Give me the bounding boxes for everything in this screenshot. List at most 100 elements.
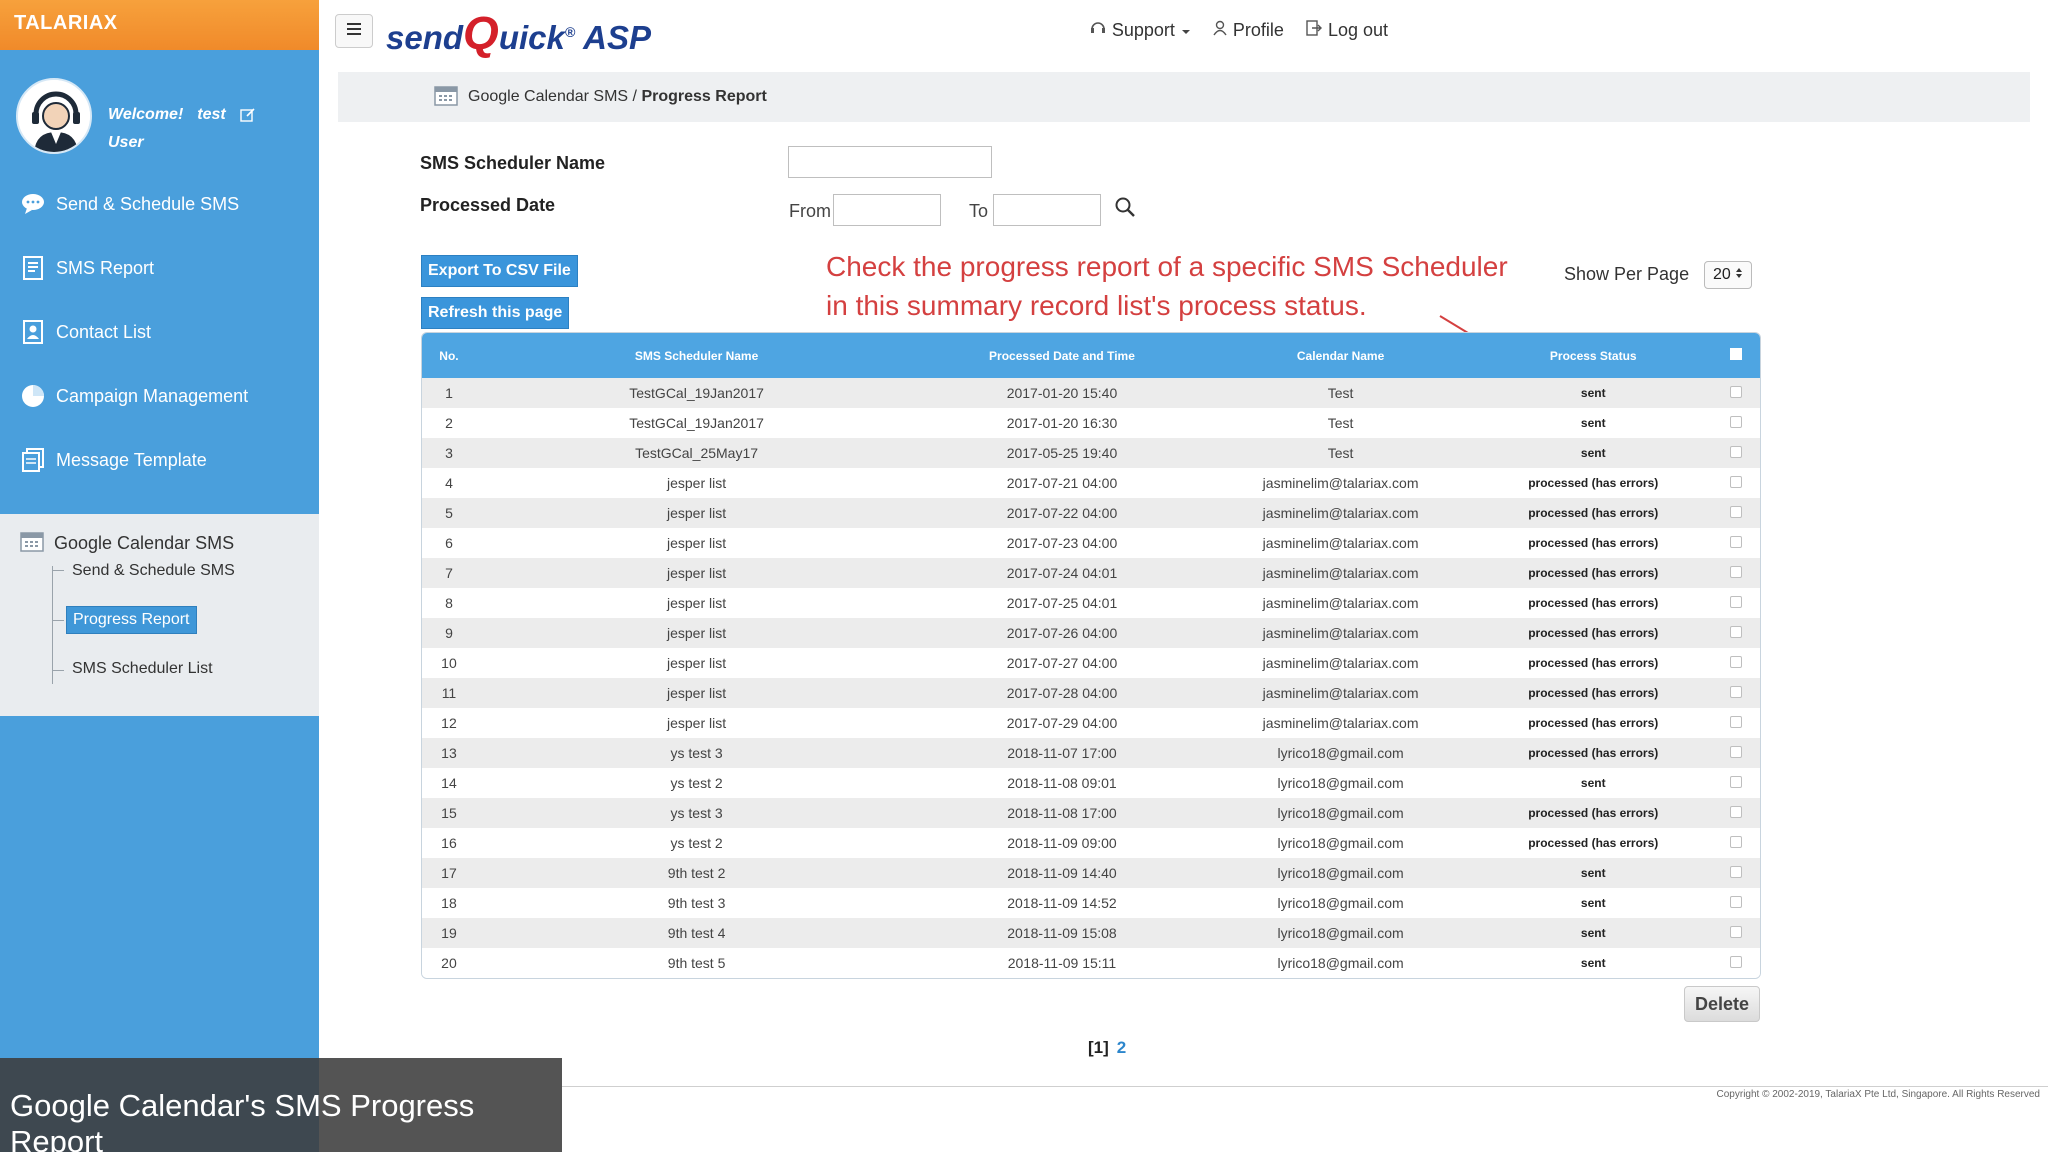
sidebar-item-campaign-management[interactable]: Campaign Management <box>0 364 319 428</box>
delete-button[interactable]: Delete <box>1684 986 1760 1022</box>
row-select-checkbox[interactable] <box>1712 558 1760 588</box>
checkbox[interactable] <box>1730 386 1743 398</box>
logout-link[interactable]: Log out <box>1306 20 1388 41</box>
calendar-icon <box>434 84 458 111</box>
col-header-no[interactable]: No. <box>422 333 476 378</box>
checkbox[interactable] <box>1730 806 1743 818</box>
sidebar-item-sms-report[interactable]: SMS Report <box>0 236 319 300</box>
sidebar-item-message-template[interactable]: Message Template <box>0 428 319 492</box>
row-select-checkbox[interactable] <box>1712 498 1760 528</box>
refresh-button[interactable]: Refresh this page <box>421 297 570 329</box>
video-caption: Google Calendar's SMS Progress Report <box>0 1058 562 1152</box>
cell-process-status: processed (has errors) <box>1528 536 1659 550</box>
row-select-checkbox[interactable] <box>1712 888 1760 918</box>
checkbox[interactable] <box>1730 836 1743 848</box>
row-select-checkbox[interactable] <box>1712 918 1760 948</box>
cell-calendar-name: jasminelim@talariax.com <box>1262 715 1419 731</box>
checkbox[interactable] <box>1730 716 1743 728</box>
cell-calendar-name: lyrico18@gmail.com <box>1277 745 1404 761</box>
row-select-checkbox[interactable] <box>1712 588 1760 618</box>
sidebar-subitem-progress-report[interactable]: Progress Report <box>66 606 197 634</box>
cell-calendar-name: Test <box>1327 445 1354 461</box>
col-header-processed-date[interactable]: Processed Date and Time <box>917 333 1206 378</box>
cell-calendar-name: lyrico18@gmail.com <box>1277 895 1404 911</box>
processed-date-label: Processed Date <box>420 195 556 215</box>
row-select-checkbox[interactable] <box>1712 408 1760 438</box>
annotation-text: Check the progress report of a specific … <box>826 247 1508 325</box>
cell-process-status: processed (has errors) <box>1528 716 1659 730</box>
checkbox[interactable] <box>1730 686 1743 698</box>
checkbox[interactable] <box>1730 416 1743 428</box>
checkbox[interactable] <box>1730 446 1743 458</box>
edit-profile-icon[interactable] <box>240 107 256 123</box>
checkbox[interactable] <box>1730 656 1743 668</box>
profile-link[interactable]: Profile <box>1213 20 1284 41</box>
row-select-checkbox[interactable] <box>1712 828 1760 858</box>
row-select-checkbox[interactable] <box>1712 798 1760 828</box>
table-row: 2 TestGCal_19Jan2017 2017-01-20 16:30 Test s… <box>422 408 1760 438</box>
row-select-checkbox[interactable] <box>1712 948 1760 978</box>
cell-no: 7 <box>445 565 453 581</box>
menu-toggle-button[interactable] <box>335 14 373 48</box>
cell-processed-date: 2017-07-25 04:01 <box>1006 595 1118 611</box>
from-date-input[interactable] <box>833 194 941 226</box>
row-select-checkbox[interactable] <box>1712 768 1760 798</box>
cell-processed-date: 2017-01-20 16:30 <box>1006 415 1118 431</box>
to-date-input[interactable] <box>993 194 1101 226</box>
checkbox[interactable] <box>1730 476 1743 488</box>
row-select-checkbox[interactable] <box>1712 708 1760 738</box>
sidebar-item-send-schedule-sms[interactable]: Send & Schedule SMS <box>0 172 319 236</box>
row-select-checkbox[interactable] <box>1712 738 1760 768</box>
breadcrumb-parent[interactable]: Google Calendar SMS <box>468 88 628 105</box>
checkbox[interactable] <box>1730 506 1743 518</box>
support-menu[interactable]: Support <box>1090 20 1191 41</box>
checkbox[interactable] <box>1730 596 1743 608</box>
search-icon[interactable] <box>1114 196 1136 223</box>
page-link-2[interactable]: 2 <box>1117 1038 1126 1058</box>
checkbox[interactable] <box>1730 896 1743 908</box>
row-select-checkbox[interactable] <box>1712 678 1760 708</box>
checkbox[interactable] <box>1730 956 1743 968</box>
checkbox[interactable] <box>1730 566 1743 578</box>
sidebar-subitem-sms-scheduler-list[interactable]: SMS Scheduler List <box>72 660 213 678</box>
checkbox[interactable] <box>1730 926 1743 938</box>
row-select-checkbox[interactable] <box>1712 378 1760 408</box>
row-select-checkbox[interactable] <box>1712 468 1760 498</box>
row-select-checkbox[interactable] <box>1712 618 1760 648</box>
select-all-checkbox[interactable] <box>1712 333 1760 378</box>
checkbox[interactable] <box>1730 746 1743 758</box>
export-csv-button[interactable]: Export To CSV File <box>421 255 578 287</box>
sidebar-item-contact-list[interactable]: Contact List <box>0 300 319 364</box>
sidebar-subitem-send-schedule-sms[interactable]: Send & Schedule SMS <box>72 562 235 580</box>
sidebar-item-google-calendar-sms[interactable]: Google Calendar SMS <box>20 530 234 557</box>
cell-scheduler-name: 9th test 5 <box>667 955 726 971</box>
username: test <box>197 106 226 123</box>
cell-scheduler-name: jesper list <box>667 475 727 491</box>
cell-calendar-name: jasminelim@talariax.com <box>1262 535 1419 551</box>
cell-scheduler-name: 9th test 3 <box>667 895 726 911</box>
user-role: User <box>108 134 144 151</box>
row-select-checkbox[interactable] <box>1712 858 1760 888</box>
cell-calendar-name: lyrico18@gmail.com <box>1277 775 1404 791</box>
per-page-value: 20 <box>1713 266 1731 283</box>
cell-processed-date: 2017-07-27 04:00 <box>1006 655 1118 671</box>
checkbox[interactable] <box>1730 776 1743 788</box>
cell-scheduler-name: TestGCal_19Jan2017 <box>629 415 764 431</box>
cell-processed-date: 2018-11-08 17:00 <box>1007 805 1117 821</box>
cell-processed-date: 2017-07-23 04:00 <box>1006 535 1118 551</box>
row-select-checkbox[interactable] <box>1712 528 1760 558</box>
col-header-calendar-name[interactable]: Calendar Name <box>1207 333 1475 378</box>
page-current: [1] <box>1088 1038 1109 1057</box>
row-select-checkbox[interactable] <box>1712 438 1760 468</box>
cell-calendar-name: jasminelim@talariax.com <box>1262 475 1419 491</box>
per-page-select[interactable]: 20 <box>1704 261 1752 289</box>
checkbox[interactable] <box>1730 626 1743 638</box>
cell-scheduler-name: jesper list <box>667 505 727 521</box>
table-row: 10 jesper list 2017-07-27 04:00 jasminelim@… <box>422 648 1760 678</box>
row-select-checkbox[interactable] <box>1712 648 1760 678</box>
col-header-scheduler-name[interactable]: SMS Scheduler Name <box>476 333 917 378</box>
checkbox[interactable] <box>1730 866 1743 878</box>
checkbox[interactable] <box>1730 536 1743 548</box>
col-header-process-status[interactable]: Process Status <box>1474 333 1712 378</box>
scheduler-name-input[interactable] <box>788 146 992 178</box>
